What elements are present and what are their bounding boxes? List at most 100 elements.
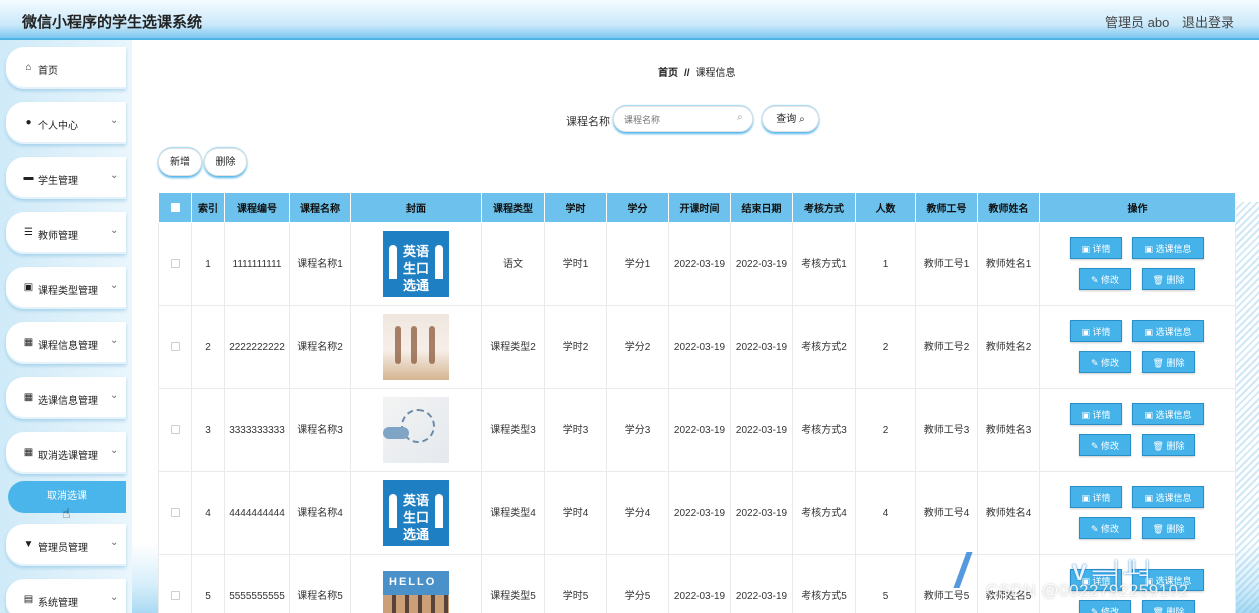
add-button[interactable]: 新增 — [158, 148, 202, 176]
cell-credit: 学分5 — [606, 554, 669, 613]
delete-button[interactable]: 删除 — [204, 148, 247, 176]
detail-button[interactable]: ▣ 详情 — [1070, 320, 1122, 342]
row-checkbox[interactable] — [170, 425, 180, 435]
breadcrumb-home[interactable]: 首页 — [658, 68, 678, 79]
row-select-cell[interactable] — [158, 222, 192, 306]
row-select-cell[interactable] — [158, 554, 192, 613]
select-info-button[interactable]: ▣ 选课信息 — [1132, 237, 1204, 259]
cover-cell — [350, 305, 482, 389]
chevron-down-icon: ⌄ — [110, 115, 119, 126]
sidebar-item-label: 首页 — [38, 66, 58, 77]
row-checkbox[interactable] — [170, 591, 180, 601]
cell-teacher_name: 教师姓名1 — [977, 222, 1040, 306]
row-select-cell[interactable] — [158, 471, 192, 555]
select-info-button[interactable]: ▣ 选课信息 — [1132, 486, 1204, 508]
cell-type: 课程类型3 — [481, 388, 545, 472]
logout-link[interactable]: 退出登录 — [1182, 12, 1234, 31]
cell-count: 1 — [855, 222, 916, 306]
action-label: 选课信息 — [1155, 327, 1192, 337]
action-label: 删除 — [1166, 275, 1185, 285]
sidebar-item-6[interactable]: ▦ 选课信息管理 ⌄ — [6, 377, 126, 419]
action-label: 修改 — [1101, 275, 1120, 285]
action-label: 修改 — [1101, 524, 1120, 534]
edit-button[interactable]: ✎ 修改 — [1079, 517, 1131, 539]
sidebar-item-7[interactable]: ▦ 取消选课管理 ⌄ — [6, 432, 126, 474]
chevron-down-icon: ⌄ — [110, 335, 119, 346]
briefcase-icon: ▬ — [23, 172, 34, 183]
edit-button[interactable]: ✎ 修改 — [1079, 434, 1131, 456]
cell-credit: 学分1 — [606, 222, 669, 306]
edit-button[interactable]: ✎ 修改 — [1079, 600, 1131, 613]
delete-row-button[interactable]: 🗑 删除 — [1142, 268, 1195, 290]
actions-cell: ▣ 详情 ▣ 选课信息 ✎ 修改 🗑 删除 — [1039, 222, 1236, 306]
pencil-icon: ✎ — [1090, 607, 1102, 613]
column-header: 学分 — [606, 192, 669, 223]
sidebar-item-3[interactable]: ☰ 教师管理 ⌄ — [6, 212, 126, 254]
cell-hours: 学时5 — [544, 554, 607, 613]
cover-cell: 英语 生口 选通 — [350, 222, 482, 306]
cell-count: 5 — [855, 554, 916, 613]
delete-row-button[interactable]: 🗑 删除 — [1142, 600, 1195, 613]
detail-button[interactable]: ▣ 详情 — [1070, 486, 1122, 508]
cell-start: 2022-03-19 — [668, 305, 731, 389]
sidebar-item-8[interactable]: ▼ 管理员管理 ⌄ — [6, 524, 126, 566]
select-info-button[interactable]: ▣ 选课信息 — [1132, 320, 1204, 342]
cell-hours: 学时4 — [544, 471, 607, 555]
cell-type: 课程类型4 — [481, 471, 545, 555]
delete-row-button[interactable]: 🗑 删除 — [1142, 351, 1195, 373]
select-info-button[interactable]: ▣ 选课信息 — [1132, 403, 1204, 425]
row-checkbox[interactable] — [170, 259, 180, 269]
actions-cell: ▣ 详情 ▣ 选课信息 ✎ 修改 🗑 删除 — [1039, 305, 1236, 389]
search-box[interactable]: ⌕ — [613, 106, 753, 132]
action-label: 详情 — [1092, 410, 1111, 420]
action-label: 详情 — [1092, 327, 1111, 337]
cell-teacher_id: 教师工号4 — [915, 471, 978, 555]
cell-code: 5555555555 — [224, 554, 290, 613]
search-input[interactable] — [624, 112, 734, 128]
sidebar-item-label: 选课信息管理 — [38, 396, 98, 407]
sidebar-item-label: 取消选课管理 — [38, 451, 98, 462]
sidebar-item-5[interactable]: ▦ 课程信息管理 ⌄ — [6, 322, 126, 364]
column-header: 结束日期 — [730, 192, 793, 223]
select-all-checkbox[interactable] — [170, 202, 180, 212]
row-select-cell[interactable] — [158, 388, 192, 472]
row-checkbox[interactable] — [170, 508, 180, 518]
row-select-cell[interactable] — [158, 305, 192, 389]
cell-code: 2222222222 — [224, 305, 290, 389]
row-checkbox[interactable] — [170, 342, 180, 352]
pencil-icon: ✎ — [1090, 275, 1102, 285]
sidebar: ▤ 系统管理 ⌄ ▼ 管理员管理 ⌄ ▦ 取消选课管理 ⌄ ▦ 选课信息管理 ⌄ ▦ 课程信息管理 ⌄ ▣ 课程… — [0, 40, 132, 613]
course-cover-image: HELLO — [383, 571, 449, 613]
table-row: 2 2222222222 课程名称2 课程类型2 学时2 学分2 2022-03-19 202… — [158, 305, 1236, 389]
cell-exam: 考核方式5 — [792, 554, 856, 613]
query-button[interactable]: 查询 ⌕ — [762, 106, 819, 132]
csdn-watermark: CSDN @0022792259102 — [986, 581, 1189, 600]
cell-start: 2022-03-19 — [668, 471, 731, 555]
column-header: 人数 — [855, 192, 916, 223]
table-row: 3 3333333333 课程名称3 课程类型3 学时3 学分3 2022-03-19 202… — [158, 388, 1236, 472]
trash-icon: 🗑 — [1152, 607, 1167, 613]
cover-lettering: HELLO — [389, 576, 437, 588]
select-all-cell[interactable] — [158, 192, 192, 223]
edit-button[interactable]: ✎ 修改 — [1079, 268, 1131, 290]
sidebar-item-1[interactable]: ● 个人中心 ⌄ — [6, 102, 126, 144]
trash-icon: 🗑 — [1152, 275, 1167, 285]
delete-row-button[interactable]: 🗑 删除 — [1142, 517, 1195, 539]
cell-teacher_name: 教师姓名2 — [977, 305, 1040, 389]
document-icon: ▤ — [23, 594, 34, 605]
detail-button[interactable]: ▣ 详情 — [1070, 403, 1122, 425]
delete-row-button[interactable]: 🗑 删除 — [1142, 434, 1195, 456]
chevron-down-icon: ⌄ — [110, 225, 119, 236]
edit-button[interactable]: ✎ 修改 — [1079, 351, 1131, 373]
sidebar-item-0[interactable]: ⌂ 首页 — [6, 47, 126, 89]
cell-code: 1111111111 — [224, 222, 290, 306]
cell-hours: 学时2 — [544, 305, 607, 389]
sidebar-item-4[interactable]: ▣ 课程类型管理 ⌄ — [6, 267, 126, 309]
column-header: 课程名称 — [289, 192, 351, 223]
sidebar-item-9[interactable]: ▤ 系统管理 ⌄ — [6, 579, 126, 613]
sidebar-item-2[interactable]: ▬ 学生管理 ⌄ — [6, 157, 126, 199]
detail-button[interactable]: ▣ 详情 — [1070, 237, 1122, 259]
pencil-icon: ✎ — [1090, 358, 1102, 368]
course-cover-image — [383, 314, 449, 380]
cell-count: 2 — [855, 388, 916, 472]
